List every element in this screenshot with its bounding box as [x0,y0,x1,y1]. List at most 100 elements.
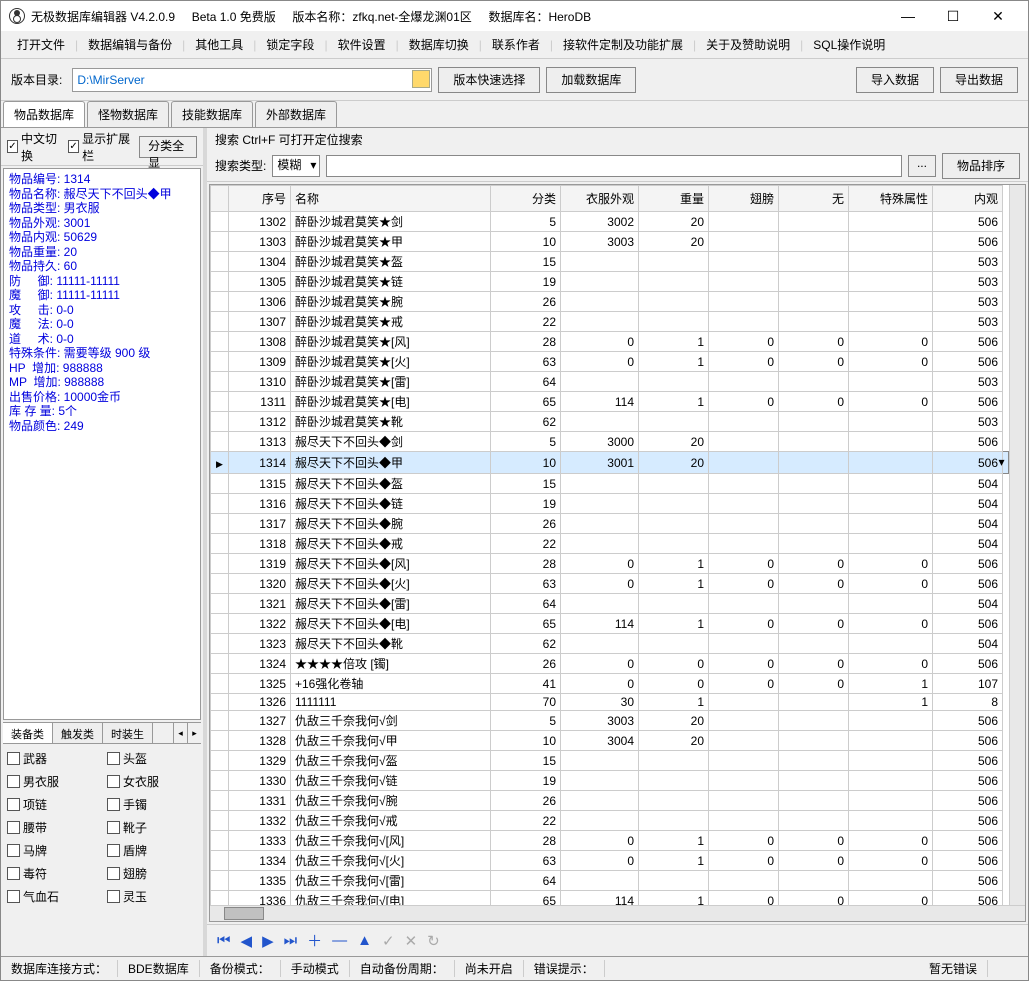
table-row[interactable]: 1332仇敌三千奈我何√戒22506 [211,811,1009,831]
table-row[interactable]: 1311醉卧沙城君莫笑★[电]651141000506 [211,392,1009,412]
db-tab[interactable]: 物品数据库 [3,101,85,127]
table-row[interactable]: 1316赧尽天下不回头◆链19504 [211,494,1009,514]
table-row[interactable]: 1309醉卧沙城君莫笑★[火]6301000506 [211,352,1009,372]
table-row[interactable]: 1306醉卧沙城君莫笑★腕26503 [211,292,1009,312]
menu-item[interactable]: SQL操作说明 [805,32,893,57]
menu-item[interactable]: 数据库切换 [401,32,477,57]
menu-item[interactable]: 关于及赞助说明 [698,32,798,57]
filter-checkbox[interactable]: 武器 [7,750,97,767]
column-header[interactable]: 分类 [491,186,561,212]
folder-browse-icon[interactable] [412,70,430,88]
menu-item[interactable]: 锁定字段 [258,32,322,57]
menu-item[interactable]: 数据编辑与备份 [80,32,180,57]
filter-checkbox[interactable]: 靴子 [107,819,197,836]
nav-button[interactable]: ✕ [405,932,418,950]
nav-button[interactable]: ⏮ [217,932,231,949]
table-row[interactable]: 1302醉卧沙城君莫笑★剑5300220506 [211,212,1009,232]
filter-checkbox[interactable]: 女衣服 [107,773,197,790]
db-tab[interactable]: 技能数据库 [171,101,253,127]
search-input[interactable] [326,155,902,177]
column-header[interactable]: 无 [779,186,849,212]
db-tab[interactable]: 外部数据库 [255,101,337,127]
filter-checkbox[interactable]: 项链 [7,796,97,813]
maximize-button[interactable]: ☐ [931,2,975,30]
table-row[interactable]: 1312醉卧沙城君莫笑★靴62503 [211,412,1009,432]
table-row[interactable]: 1333仇敌三千奈我何√[风]2801000506 [211,831,1009,851]
table-row[interactable]: 1334仇敌三千奈我何√[火]6301000506 [211,851,1009,871]
column-header[interactable]: 重量 [639,186,709,212]
table-row[interactable]: 1319赧尽天下不回头◆[风]2801000506 [211,554,1009,574]
nav-button[interactable]: — [332,932,347,949]
column-header[interactable]: 特殊属性 [849,186,933,212]
table-row[interactable]: 1323赧尽天下不回头◆靴62504 [211,634,1009,654]
table-row[interactable]: 1303醉卧沙城君莫笑★甲10300320506 [211,232,1009,252]
table-row[interactable]: 1324★★★★倍攻 [镯]2600000506 [211,654,1009,674]
table-row[interactable]: 1336仇敌三千奈我何√[电]651141000506 [211,891,1009,906]
filter-tab[interactable]: 装备类 [3,723,53,743]
table-row[interactable]: 1335仇敌三千奈我何√[雷]64506 [211,871,1009,891]
nav-button[interactable]: ⏭ [284,932,298,949]
column-header[interactable]: 内观 [933,186,1003,212]
table-row[interactable]: 1330仇敌三千奈我何√链19506 [211,771,1009,791]
nav-button[interactable]: ▶ [262,932,274,950]
nav-button[interactable]: ＋ [307,930,322,951]
path-input[interactable] [72,68,432,92]
nav-button[interactable]: ↻ [427,932,440,950]
expand-toggle[interactable]: ✓显示扩展栏 [68,130,131,164]
filter-tab[interactable]: 触发类 [53,723,103,743]
menu-item[interactable]: 软件设置 [330,32,394,57]
filter-checkbox[interactable]: 气血石 [7,888,97,905]
table-row[interactable]: 1308醉卧沙城君莫笑★[风]2801000506 [211,332,1009,352]
show-all-button[interactable]: 分类全显 [139,136,197,158]
search-go-button[interactable]: ... [908,155,936,177]
filter-checkbox[interactable]: 腰带 [7,819,97,836]
table-row[interactable]: 1328仇敌三千奈我何√甲10300420506 [211,731,1009,751]
column-header[interactable]: 序号 [229,186,291,212]
minimize-button[interactable]: — [886,2,930,30]
nav-button[interactable]: ✓ [382,932,395,950]
table-row[interactable]: 1322赧尽天下不回头◆[电]651141000506 [211,614,1009,634]
column-header[interactable] [211,186,229,212]
filter-tab[interactable]: 时装生 [103,723,153,743]
filter-checkbox[interactable]: 灵玉 [107,888,197,905]
filter-checkbox[interactable]: 马牌 [7,842,97,859]
menu-item[interactable]: 打开文件 [9,32,73,57]
column-header[interactable]: 名称 [291,186,491,212]
table-row[interactable]: 1317赧尽天下不回头◆腕26504 [211,514,1009,534]
filter-checkbox[interactable]: 头盔 [107,750,197,767]
export-button[interactable]: 导出数据 [940,67,1018,93]
load-db-button[interactable]: 加载数据库 [546,67,636,93]
chinese-toggle[interactable]: ✓中文切换 [7,130,60,164]
search-type-select[interactable]: 模糊 [272,155,320,177]
table-row[interactable]: 1321赧尽天下不回头◆[雷]64504 [211,594,1009,614]
table-row[interactable]: 1305醉卧沙城君莫笑★链19503 [211,272,1009,292]
filter-checkbox[interactable]: 翅膀 [107,865,197,882]
vertical-scrollbar[interactable] [1009,185,1025,905]
horizontal-scrollbar[interactable] [210,905,1025,921]
table-row[interactable]: 1331仇敌三千奈我何√腕26506 [211,791,1009,811]
filter-checkbox[interactable]: 手镯 [107,796,197,813]
table-row[interactable]: 1304醉卧沙城君莫笑★盔15503 [211,252,1009,272]
menu-item[interactable]: 其他工具 [187,32,251,57]
filter-checkbox[interactable]: 男衣服 [7,773,97,790]
nav-button[interactable]: ▲ [357,932,372,949]
tab-scroll-icon[interactable]: ▸ [187,723,201,743]
table-row[interactable]: 1327仇敌三千奈我何√剑5300320506 [211,711,1009,731]
column-header[interactable]: 衣服外观 [561,186,639,212]
table-row[interactable]: 1320赧尽天下不回头◆[火]6301000506 [211,574,1009,594]
table-row[interactable]: 1307醉卧沙城君莫笑★戒22503 [211,312,1009,332]
table-row[interactable]: 1318赧尽天下不回头◆戒22504 [211,534,1009,554]
quick-select-button[interactable]: 版本快速选择 [438,67,540,93]
menu-item[interactable]: 联系作者 [484,32,548,57]
table-row[interactable]: 1313赧尽天下不回头◆剑5300020506 [211,432,1009,452]
table-row[interactable]: ▶1314赧尽天下不回头◆甲10300120506 [211,452,1009,474]
filter-checkbox[interactable]: 盾牌 [107,842,197,859]
import-button[interactable]: 导入数据 [856,67,934,93]
table-row[interactable]: 1310醉卧沙城君莫笑★[雷]64503 [211,372,1009,392]
table-row[interactable]: 1329仇敌三千奈我何√盔15506 [211,751,1009,771]
tab-scroll-icon[interactable]: ◂ [173,723,187,743]
filter-checkbox[interactable]: 毒符 [7,865,97,882]
sort-button[interactable]: 物品排序 [942,153,1020,179]
menu-item[interactable]: 接软件定制及功能扩展 [555,32,691,57]
nav-button[interactable]: ◀ [241,932,253,950]
